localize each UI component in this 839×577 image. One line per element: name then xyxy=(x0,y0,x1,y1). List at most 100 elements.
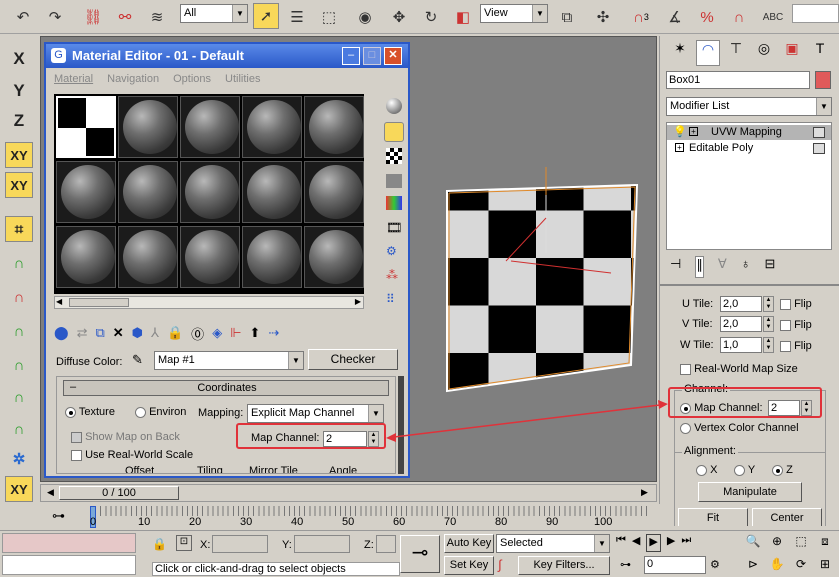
make-unique-icon[interactable]: ∀ xyxy=(718,256,727,278)
sample-slot[interactable] xyxy=(118,161,178,223)
real-world-map-size-box[interactable] xyxy=(680,363,691,375)
restrict-xy-plane-button[interactable]: XY xyxy=(5,172,33,198)
sample-slot-checker[interactable] xyxy=(56,96,116,158)
environ-radio[interactable]: Environ xyxy=(135,406,186,418)
coordinates-rollout-header[interactable]: – Coordinates xyxy=(63,380,389,396)
get-material-icon[interactable]: ⬤ xyxy=(54,325,69,341)
undo-icon[interactable]: ↶ xyxy=(10,4,36,30)
restrict-xy-button[interactable]: XY xyxy=(5,142,33,168)
selection-lock-icon[interactable]: 🔒 xyxy=(152,537,167,551)
motion-tab-icon[interactable]: ◎ xyxy=(752,40,776,66)
time-configuration-icon[interactable]: ⚙ xyxy=(710,558,720,571)
real-world-map-size-checkbox[interactable]: Real-World Map Size xyxy=(680,363,798,375)
sample-slot[interactable] xyxy=(242,161,302,223)
sample-slot[interactable] xyxy=(242,226,302,288)
rollout-scrollbar[interactable] xyxy=(398,376,404,474)
zoom-extents-icon[interactable]: ⬚ xyxy=(790,534,812,555)
scroll-thumb[interactable] xyxy=(69,298,129,307)
map-type-button[interactable]: Checker xyxy=(308,349,398,370)
light-bulb-icon[interactable]: 💡 xyxy=(673,125,687,138)
redo-icon[interactable]: ↷ xyxy=(42,4,68,30)
v-flip-checkbox[interactable]: Flip xyxy=(780,319,812,331)
sample-uv-tiling-icon[interactable] xyxy=(386,174,402,188)
time-slider-thumb[interactable]: 0 / 100 xyxy=(59,486,179,500)
align-z-radio[interactable]: Z xyxy=(772,464,793,476)
sample-slot[interactable] xyxy=(180,161,240,223)
zoom-all-icon[interactable]: ⊕ xyxy=(766,534,788,555)
environ-radio-button[interactable] xyxy=(135,406,146,418)
angle-snap-icon[interactable]: ∡ xyxy=(662,4,688,30)
w-flip-box[interactable] xyxy=(780,340,791,352)
sample-slot[interactable] xyxy=(304,161,364,223)
show-end-result-icon[interactable]: ⊩ xyxy=(230,325,241,341)
texture-radio-button[interactable] xyxy=(65,406,76,418)
align-x-radio[interactable]: X xyxy=(696,464,717,476)
map-name-dropdown[interactable]: Map #1 ▼ xyxy=(154,351,304,370)
assign-material-icon[interactable]: ⧉ xyxy=(95,325,104,341)
time-slider[interactable]: ◀ 0 / 100 ▶ xyxy=(40,484,657,502)
set-key-button[interactable]: Set Key xyxy=(444,556,494,575)
pivot-center-icon[interactable]: ⧉ xyxy=(554,4,580,30)
menu-material[interactable]: Material xyxy=(54,73,93,85)
v-tile-spinner[interactable]: ▲ ▼ xyxy=(763,316,774,332)
u-flip-box[interactable] xyxy=(780,298,791,310)
track-bar-icon[interactable]: ⊶ xyxy=(52,508,65,524)
track-bar[interactable]: ⊶ xyxy=(0,504,660,530)
restrict-xy-bottom-button[interactable]: XY xyxy=(5,476,33,502)
create-tab-icon[interactable]: ✶ xyxy=(668,40,692,66)
percent-snap-icon[interactable]: % xyxy=(694,4,720,30)
current-frame-field[interactable]: 0 xyxy=(644,556,706,574)
selected-dropdown[interactable]: Selected ▼ xyxy=(496,534,610,553)
mapping-dropdown[interactable]: Explicit Map Channel ▼ xyxy=(247,404,384,423)
use-real-world-scale-box[interactable] xyxy=(71,449,82,461)
default-in-out-tangent-icon[interactable]: ∫ xyxy=(498,557,502,572)
align-y-radio[interactable]: Y xyxy=(734,464,755,476)
select-and-scale-icon[interactable]: ◧ xyxy=(450,4,476,30)
select-by-name-icon[interactable]: ☰ xyxy=(284,4,310,30)
go-forward-to-sibling-icon[interactable]: ⇢ xyxy=(268,325,279,341)
x-coordinate-field[interactable] xyxy=(212,535,268,553)
copy-material-icon[interactable]: ⬢ xyxy=(132,325,143,341)
w-flip-checkbox[interactable]: Flip xyxy=(780,340,812,352)
rectangular-selection-icon[interactable]: ⬚ xyxy=(316,4,342,30)
modifier-list-dropdown[interactable]: Modifier List ▼ xyxy=(666,97,832,116)
snap-midpoint-icon[interactable]: ∩ xyxy=(5,318,33,344)
go-to-parent-icon[interactable]: ⬆ xyxy=(250,325,261,341)
absolute-mode-icon[interactable]: ⊡ xyxy=(176,535,192,551)
menu-options[interactable]: Options xyxy=(173,73,211,85)
field-of-view-icon[interactable]: ⊳ xyxy=(742,557,764,577)
restrict-y-button[interactable]: Y xyxy=(5,78,33,104)
utilities-tab-icon[interactable]: T xyxy=(808,40,832,66)
snap-options-icon[interactable]: ✲ xyxy=(5,446,33,472)
reference-coordinate-dropdown[interactable]: View ▼ xyxy=(480,4,548,23)
w-tile-field[interactable]: 1,0 xyxy=(720,337,762,353)
named-selection-field[interactable] xyxy=(792,4,839,23)
expand-icon[interactable]: + xyxy=(689,127,698,136)
v-tile-field[interactable]: 2,0 xyxy=(720,316,762,332)
sample-slot[interactable] xyxy=(56,161,116,223)
snap-grid-icon[interactable]: ⌗ xyxy=(5,216,33,242)
v-flip-box[interactable] xyxy=(780,319,791,331)
vertex-color-channel-radio-button[interactable] xyxy=(680,422,691,434)
key-mode-toggle-icon[interactable]: ⊶ xyxy=(620,558,631,571)
y-coordinate-field[interactable] xyxy=(294,535,350,553)
configure-modifier-sets-icon[interactable]: ⊟ xyxy=(764,256,775,278)
sample-slot[interactable] xyxy=(56,226,116,288)
restrict-z-button[interactable]: Z xyxy=(5,108,33,134)
menu-utilities[interactable]: Utilities xyxy=(225,73,260,85)
align-x-radio-button[interactable] xyxy=(696,464,707,476)
menu-navigation[interactable]: Navigation xyxy=(107,73,159,85)
show-end-result-icon[interactable]: ∥ xyxy=(695,256,704,278)
go-to-end-icon[interactable]: ⏭ xyxy=(681,534,691,552)
maximize-button[interactable]: □ xyxy=(363,47,381,65)
select-and-move-icon[interactable]: ✥ xyxy=(386,4,412,30)
manipulate-button[interactable]: Manipulate xyxy=(698,482,802,502)
stack-item-toggle[interactable] xyxy=(813,143,825,154)
zoom-extents-all-icon[interactable]: ⧈ xyxy=(814,534,836,555)
window-crossing-icon[interactable]: ◉ xyxy=(352,4,378,30)
background-icon[interactable] xyxy=(386,148,402,164)
time-slider-right-icon[interactable]: ▶ xyxy=(641,487,648,498)
use-real-world-scale-checkbox[interactable]: Use Real-World Scale xyxy=(71,449,193,461)
bind-space-warp-icon[interactable]: ≋ xyxy=(144,4,170,30)
minimize-button[interactable]: – xyxy=(342,47,360,65)
